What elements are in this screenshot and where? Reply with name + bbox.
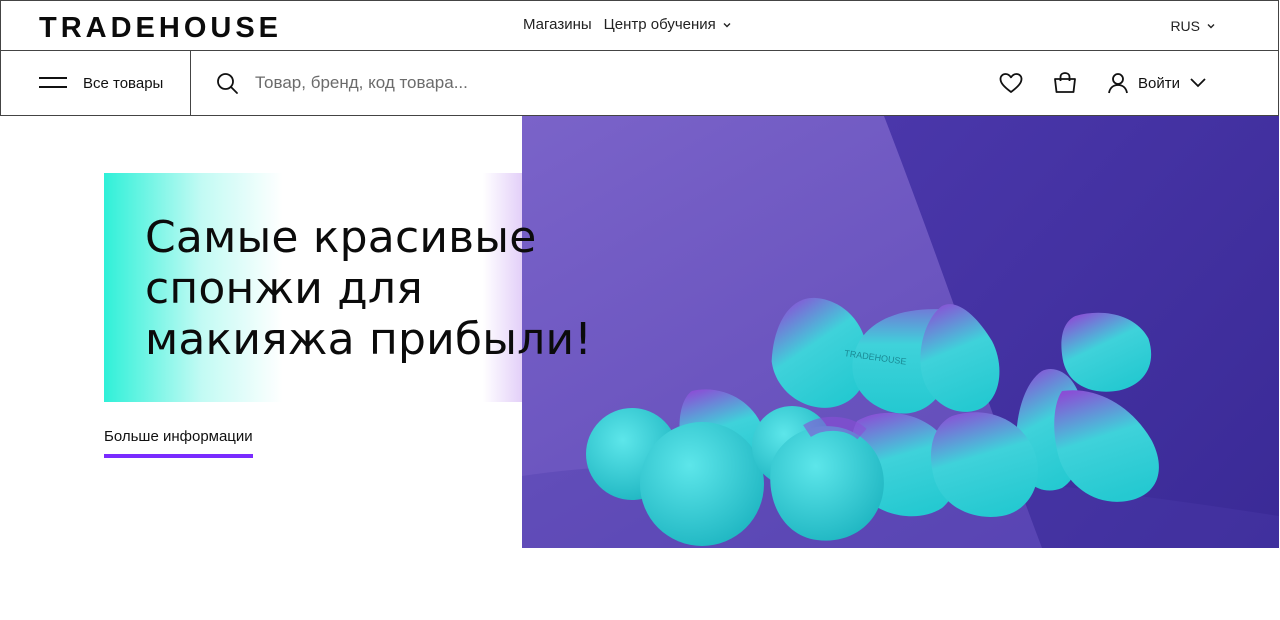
- search-icon[interactable]: [215, 71, 239, 95]
- logo-text: TRADEHOUSE: [39, 12, 282, 42]
- chevron-down-icon: [1190, 78, 1206, 88]
- top-bar: TRADEHOUSE Магазины Центр обучения RUS: [0, 0, 1279, 51]
- all-products-label: Все товары: [83, 74, 164, 92]
- language-label: RUS: [1170, 18, 1200, 34]
- nav-stores[interactable]: Магазины: [523, 16, 592, 33]
- heart-icon[interactable]: [997, 69, 1025, 97]
- more-info-link[interactable]: Больше информации: [104, 428, 253, 445]
- page: TRADEHOUSE Магазины Центр обучения RUS В…: [0, 0, 1279, 620]
- menu-icon: [39, 76, 67, 90]
- chevron-down-icon: [723, 22, 731, 27]
- more-info-underline: [104, 454, 253, 458]
- shopping-bag-icon[interactable]: [1051, 69, 1079, 97]
- language-selector[interactable]: RUS: [1170, 18, 1216, 34]
- chevron-down-icon: [1207, 24, 1215, 29]
- login-button[interactable]: Войти: [1106, 71, 1208, 95]
- hero-banner: TRADEHOUSE Самые красивые спонжи для мак…: [0, 116, 1280, 548]
- hero-title: Самые красивые спонжи для макияжа прибыл…: [145, 212, 593, 365]
- user-icon: [1108, 73, 1128, 94]
- tradehouse-logo[interactable]: TRADEHOUSE: [39, 12, 309, 42]
- nav-learning-center[interactable]: Центр обучения: [604, 16, 732, 33]
- search-input[interactable]: [255, 68, 955, 98]
- top-nav: Магазины Центр обучения: [523, 16, 732, 33]
- login-label: Войти: [1138, 74, 1180, 92]
- hero-image-makeup-sponges[interactable]: TRADEHOUSE: [522, 116, 1279, 548]
- all-products-button[interactable]: Все товары: [1, 51, 191, 115]
- search-bar-row: Все товары Войти: [0, 51, 1279, 116]
- nav-learning-center-label: Центр обучения: [603, 16, 716, 33]
- nav-stores-label: Магазины: [523, 16, 592, 33]
